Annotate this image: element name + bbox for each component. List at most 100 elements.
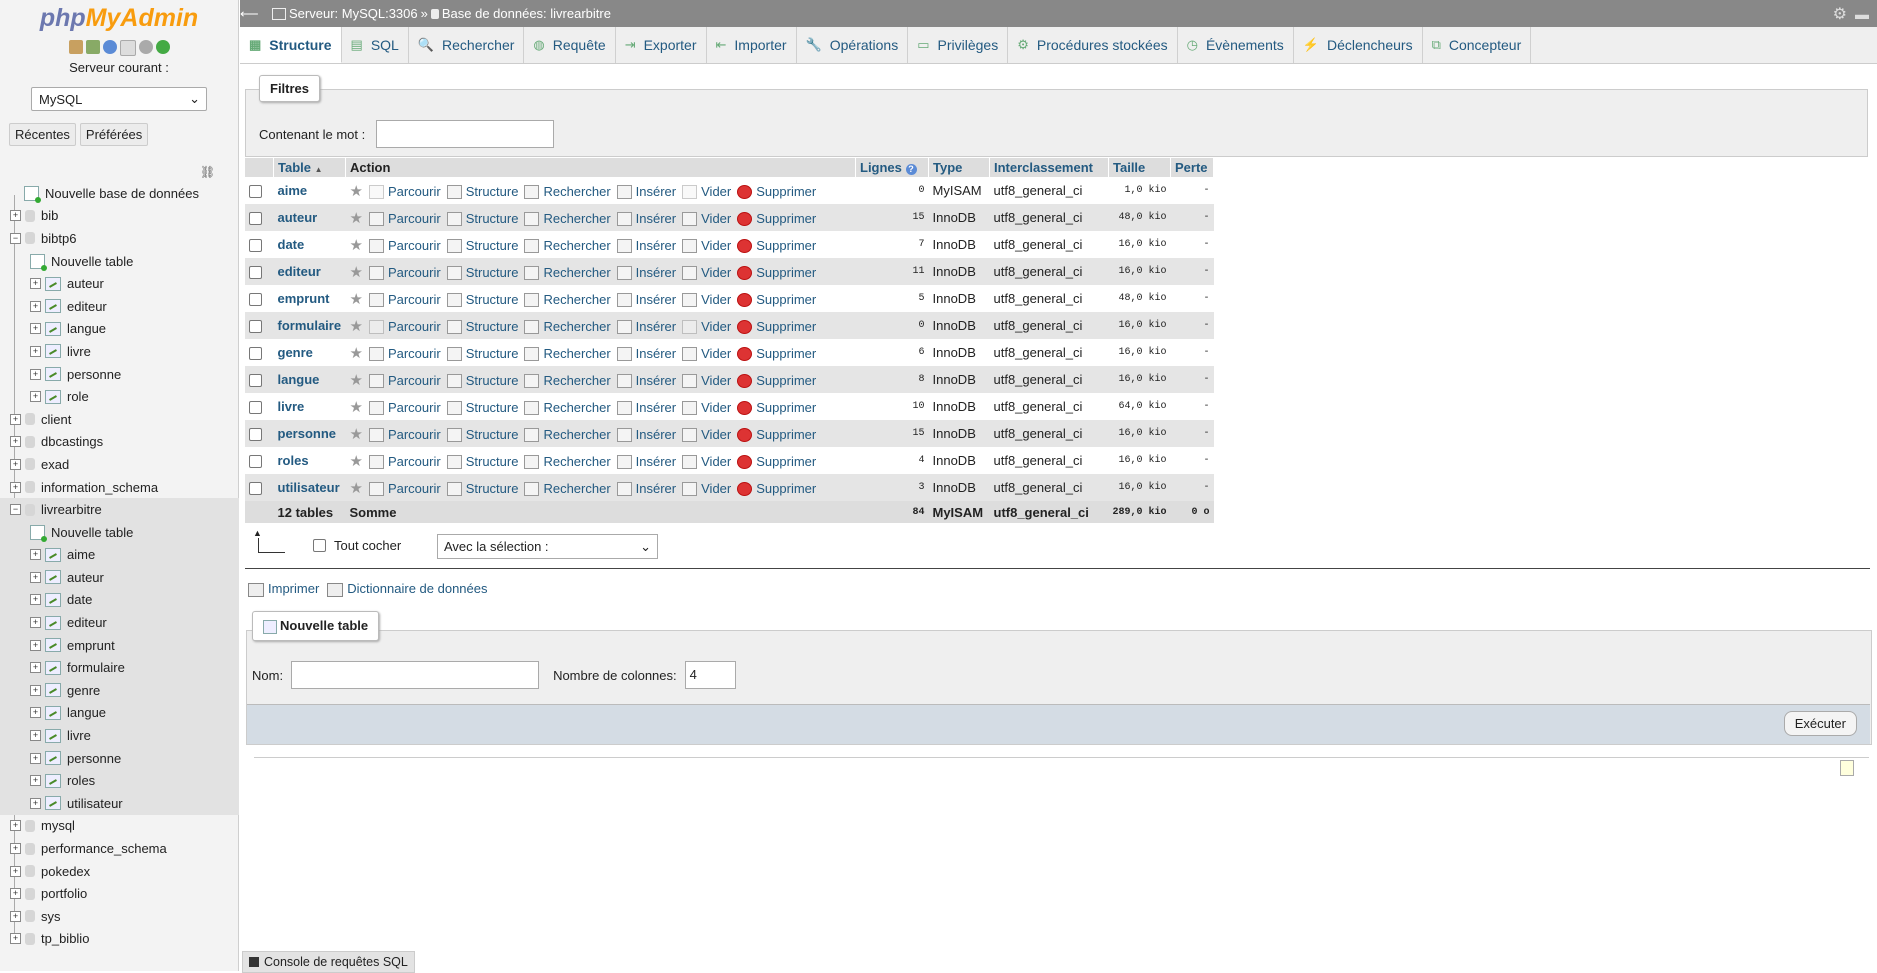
drop-action[interactable]: Supprimer: [737, 481, 816, 497]
row-checkbox[interactable]: [249, 347, 262, 361]
type-column-header[interactable]: Type: [928, 158, 990, 177]
tab-triggers[interactable]: ⚡ Déclencheurs: [1294, 27, 1423, 63]
tree-item-new[interactable]: Nouvelle table: [0, 520, 239, 544]
empty-action[interactable]: Vider: [682, 211, 731, 227]
tree-item-label[interactable]: mysql: [41, 818, 75, 833]
tree-item-table[interactable]: + formulaire: [0, 656, 239, 680]
expand-icon[interactable]: +: [30, 571, 41, 583]
browse-action[interactable]: Parcourir: [368, 292, 441, 308]
tree-item-label[interactable]: genre: [67, 683, 100, 698]
check-all-label[interactable]: Tout cocher: [334, 538, 401, 553]
collapse-icon[interactable]: −: [10, 232, 21, 244]
favorite-star-icon[interactable]: ★: [350, 453, 363, 470]
tree-item-label[interactable]: information_schema: [41, 480, 158, 495]
favorite-star-icon[interactable]: ★: [350, 345, 363, 362]
tree-item-database[interactable]: + mysql: [0, 815, 239, 838]
expand-icon[interactable]: +: [10, 458, 21, 470]
tree-item-label[interactable]: dbcastings: [41, 434, 103, 449]
tree-item-label[interactable]: langue: [67, 705, 106, 720]
row-checkbox[interactable]: [249, 401, 262, 415]
with-selection-select[interactable]: Avec la sélection : ⌄: [437, 534, 658, 559]
tree-item-label[interactable]: livrearbitre: [41, 502, 102, 517]
row-checkbox[interactable]: [249, 374, 262, 388]
table-name-link[interactable]: langue: [278, 372, 320, 387]
browse-action[interactable]: Parcourir: [368, 211, 441, 227]
tree-item-table[interactable]: + editeur: [0, 295, 239, 318]
tree-item-table[interactable]: + personne: [0, 363, 239, 386]
tree-item-table[interactable]: + role: [0, 385, 239, 408]
tree-item-table[interactable]: + date: [0, 588, 239, 612]
tree-item-label[interactable]: langue: [67, 321, 106, 336]
rows-column-header[interactable]: Lignes ?: [855, 158, 929, 177]
expand-icon[interactable]: +: [10, 820, 21, 832]
tree-item-label[interactable]: Nouvelle table: [51, 254, 133, 269]
docs-icon[interactable]: [119, 40, 136, 56]
search-action[interactable]: Rechercher: [524, 211, 611, 227]
tree-item-label[interactable]: livre: [67, 344, 91, 359]
tree-item-label[interactable]: roles: [67, 773, 95, 788]
filter-input[interactable]: [376, 120, 554, 148]
tree-item-table[interactable]: + genre: [0, 679, 239, 702]
browse-action[interactable]: Parcourir: [368, 319, 441, 335]
tree-item-table[interactable]: + auteur: [0, 272, 239, 295]
browse-action[interactable]: Parcourir: [368, 184, 441, 200]
data-dictionary-link[interactable]: Dictionnaire de données: [327, 581, 488, 597]
expand-icon[interactable]: +: [30, 707, 41, 719]
favorite-star-icon[interactable]: ★: [350, 318, 363, 335]
phpmyadmin-logo[interactable]: phpMyAdmin: [0, 4, 238, 32]
browse-action[interactable]: Parcourir: [368, 427, 441, 443]
tree-item-label[interactable]: personne: [67, 751, 121, 766]
browse-action[interactable]: Parcourir: [368, 400, 441, 416]
search-action[interactable]: Rechercher: [524, 319, 611, 335]
tree-item-database[interactable]: + performance_schema: [0, 837, 239, 860]
tree-item-label[interactable]: formulaire: [67, 660, 125, 675]
drop-action[interactable]: Supprimer: [737, 184, 816, 200]
tree-item-table[interactable]: + emprunt: [0, 633, 239, 657]
tree-item-table[interactable]: + aime: [0, 543, 239, 567]
structure-action[interactable]: Structure: [446, 373, 518, 389]
favorite-star-icon[interactable]: ★: [350, 291, 363, 308]
row-checkbox[interactable]: [249, 455, 262, 469]
row-checkbox[interactable]: [249, 212, 262, 226]
table-name-link[interactable]: utilisateur: [278, 480, 340, 495]
tree-item-new[interactable]: Nouvelle table: [0, 250, 239, 273]
tree-item-label[interactable]: personne: [67, 367, 121, 382]
tab-operations[interactable]: 🔧 Opérations: [797, 27, 909, 63]
search-action[interactable]: Rechercher: [524, 346, 611, 362]
tab-privileges[interactable]: ▭ Privilèges: [908, 27, 1009, 63]
search-action[interactable]: Rechercher: [524, 481, 611, 497]
tree-item-label[interactable]: date: [67, 592, 92, 607]
table-name-link[interactable]: formulaire: [278, 318, 342, 333]
print-link[interactable]: Imprimer: [248, 581, 319, 597]
empty-action[interactable]: Vider: [682, 184, 731, 200]
tree-item-database[interactable]: − bibtp6: [0, 227, 239, 250]
structure-action[interactable]: Structure: [446, 454, 518, 470]
tree-item-label[interactable]: role: [67, 389, 89, 404]
expand-icon[interactable]: +: [10, 888, 21, 900]
tree-item-database[interactable]: + sys: [0, 905, 239, 928]
tree-item-database[interactable]: + bib: [0, 205, 239, 228]
tree-item-table[interactable]: + auteur: [0, 566, 239, 589]
gear-icon[interactable]: ⚙: [1833, 4, 1847, 24]
insert-action[interactable]: Insérer: [616, 238, 676, 254]
favorite-tables-button[interactable]: Préférées: [79, 123, 149, 146]
structure-action[interactable]: Structure: [446, 481, 518, 497]
collapse-icon[interactable]: ▬: [1855, 6, 1869, 22]
search-action[interactable]: Rechercher: [524, 400, 611, 416]
server-select[interactable]: MySQL ⌄: [31, 87, 207, 111]
expand-icon[interactable]: +: [30, 797, 41, 809]
row-checkbox[interactable]: [249, 239, 262, 253]
tree-item-database[interactable]: + pokedex: [0, 860, 239, 883]
tree-item-database[interactable]: + dbcastings: [0, 431, 239, 454]
expand-icon[interactable]: +: [10, 865, 21, 877]
search-action[interactable]: Rechercher: [524, 373, 611, 389]
search-action[interactable]: Rechercher: [524, 184, 611, 200]
drop-action[interactable]: Supprimer: [737, 400, 816, 416]
tab-designer[interactable]: ⧉ Concepteur: [1423, 27, 1532, 63]
tree-item-table[interactable]: + utilisateur: [0, 792, 239, 815]
tree-item-label[interactable]: exad: [41, 457, 69, 472]
insert-action[interactable]: Insérer: [616, 400, 676, 416]
insert-action[interactable]: Insérer: [616, 319, 676, 335]
tree-item-label[interactable]: portfolio: [41, 886, 87, 901]
expand-icon[interactable]: +: [30, 549, 41, 561]
